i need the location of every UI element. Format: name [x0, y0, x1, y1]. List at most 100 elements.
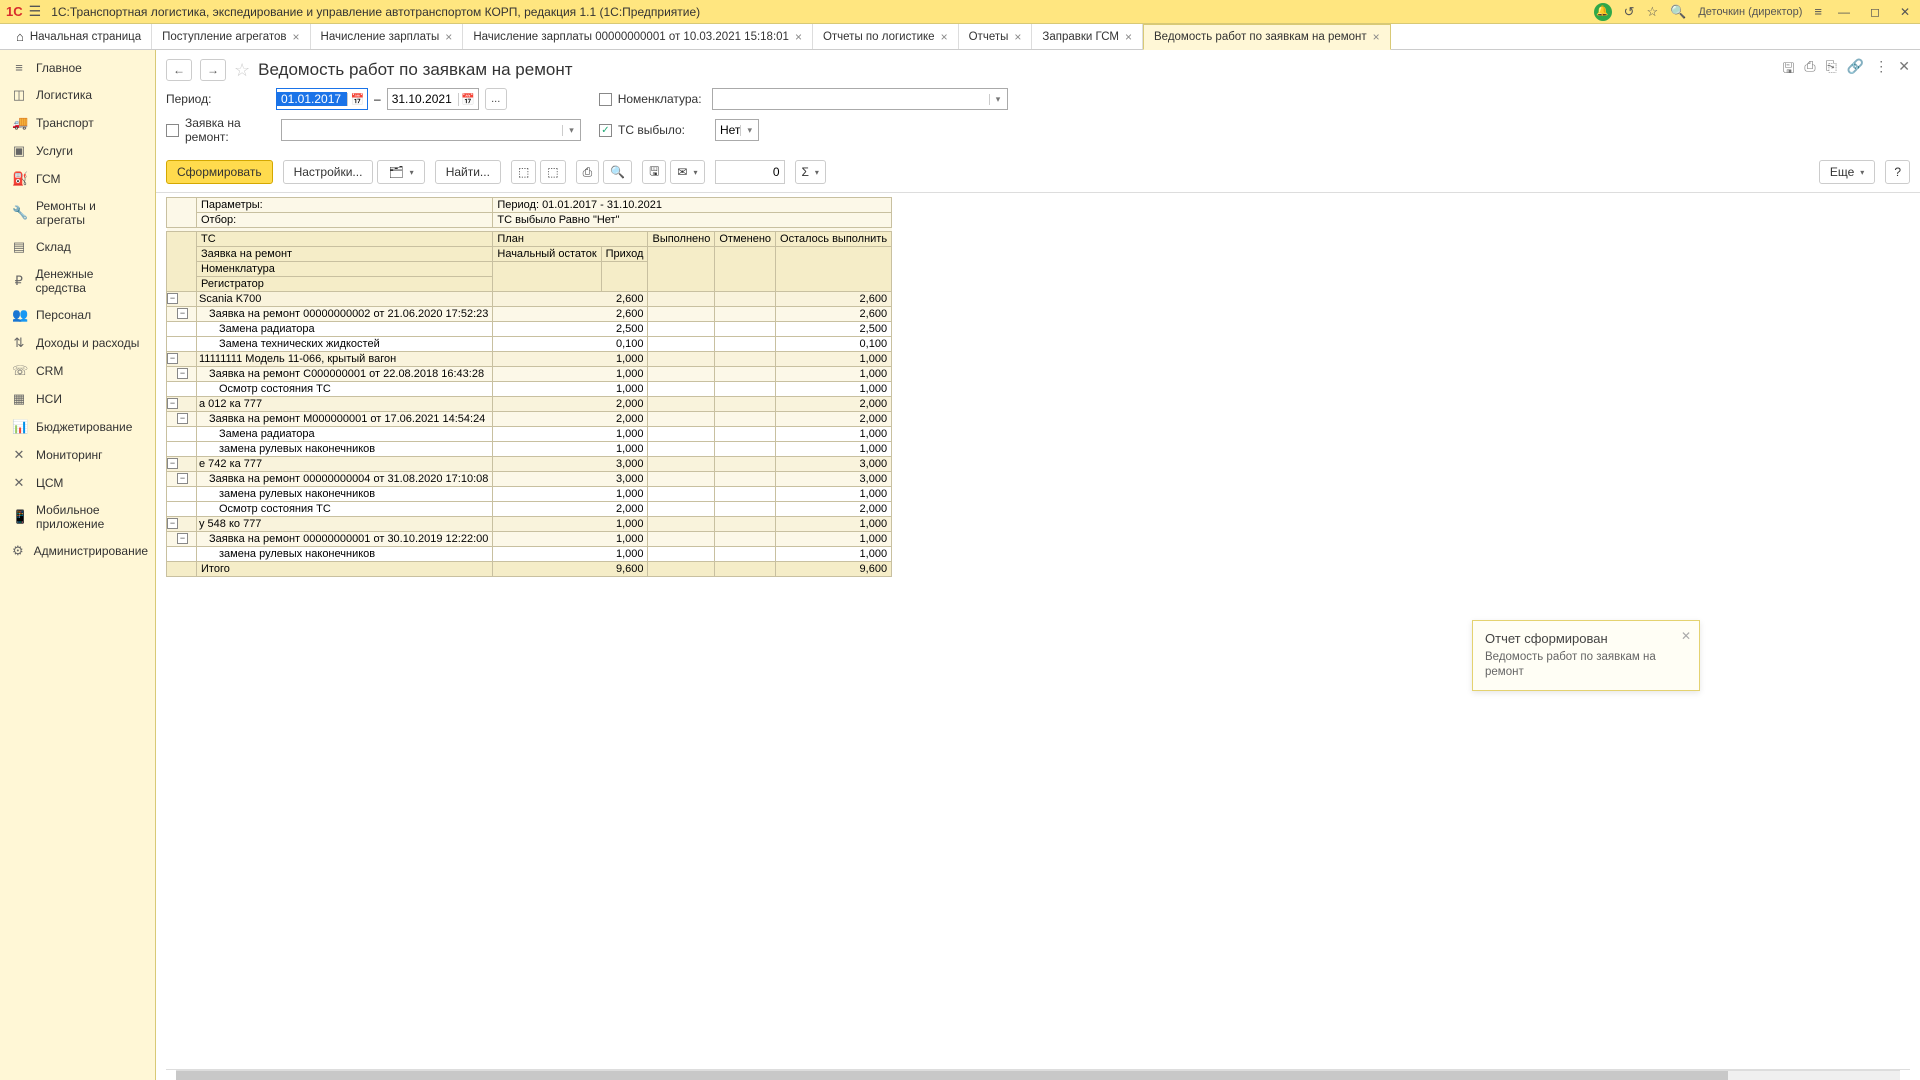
tab-close-icon[interactable]: × — [1125, 30, 1132, 44]
sidebar-item[interactable]: ◫Логистика — [0, 81, 155, 109]
period-to-input[interactable]: 📅 — [387, 88, 479, 110]
period-from-input[interactable]: 📅 — [276, 88, 368, 110]
minimize-icon[interactable]: — — [1834, 5, 1854, 19]
sidebar-item[interactable]: ✕Мониторинг — [0, 441, 155, 469]
close-window-icon[interactable]: ✕ — [1896, 5, 1914, 19]
tab-item[interactable]: Отчеты по логистике× — [813, 24, 959, 49]
tab-close-icon[interactable]: × — [1014, 30, 1021, 44]
calendar-to-icon[interactable]: 📅 — [458, 93, 478, 106]
tree-toggle-icon[interactable]: − — [167, 518, 178, 529]
horizontal-scrollbar[interactable] — [176, 1070, 1900, 1080]
sidebar-item[interactable]: ⛽ГСМ — [0, 165, 155, 193]
tab-item[interactable]: Начисление зарплаты 00000000001 от 10.03… — [463, 24, 813, 49]
report-row-label[interactable]: Заявка на ремонт C000000001 от 22.08.201… — [197, 367, 493, 382]
tab-item[interactable]: Поступление агрегатов× — [152, 24, 310, 49]
report-row-label[interactable]: Заявка на ремонт 00000000002 от 21.06.20… — [197, 307, 493, 322]
report-row-label[interactable]: Замена радиатора — [197, 322, 493, 337]
print-button[interactable]: ⎙ — [576, 160, 600, 184]
report-row-label[interactable]: Заявка на ремонт 00000000001 от 30.10.20… — [197, 532, 493, 547]
tab-close-icon[interactable]: × — [445, 30, 452, 44]
more-button[interactable]: Еще▾ — [1819, 160, 1875, 184]
tree-toggle-icon[interactable]: − — [167, 458, 178, 469]
sidebar-item[interactable]: ▦НСИ — [0, 385, 155, 413]
report-row-label[interactable]: Осмотр состояния ТС — [197, 382, 493, 397]
run-button[interactable]: Сформировать — [166, 160, 273, 184]
sum-button[interactable]: Σ▾ — [795, 160, 826, 184]
export-icon[interactable]: ⎘ — [1826, 58, 1837, 82]
favorite-icon[interactable]: ☆ — [1647, 4, 1659, 20]
report-row-label[interactable]: у 548 ко 777 — [197, 517, 493, 532]
expand-button[interactable]: ⬚ — [511, 160, 536, 184]
save-file-button[interactable]: 🖫 — [642, 160, 666, 184]
search-icon[interactable]: 🔍 — [1670, 4, 1686, 20]
tab-home[interactable]: Начальная страница — [6, 24, 152, 49]
nomenclature-dropdown[interactable]: ▾ — [712, 88, 1008, 110]
report-row-label[interactable]: Замена радиатора — [197, 427, 493, 442]
user-label[interactable]: Деточкин (директор) — [1698, 6, 1802, 18]
sidebar-item[interactable]: 📱Мобильное приложение — [0, 497, 155, 537]
tab-item[interactable]: Отчеты× — [959, 24, 1033, 49]
tab-close-icon[interactable]: × — [795, 30, 802, 44]
report-row-label[interactable]: Замена технических жидкостей — [197, 337, 493, 352]
maximize-icon[interactable]: ◻ — [1866, 5, 1884, 19]
tree-toggle-icon[interactable]: − — [177, 413, 188, 424]
ts-vybylo-dropdown[interactable]: Нет▾ — [715, 119, 759, 141]
sidebar-item[interactable]: 📊Бюджетирование — [0, 413, 155, 441]
save-icon[interactable]: 🖫 — [1782, 58, 1794, 82]
report-row-label[interactable]: замена рулевых наконечников — [197, 547, 493, 562]
report-row-label[interactable]: е 742 ка 777 — [197, 457, 493, 472]
period-to-field[interactable] — [388, 92, 458, 106]
sidebar-item[interactable]: ☏CRM — [0, 357, 155, 385]
sidebar-item[interactable]: ▣Услуги — [0, 137, 155, 165]
tab-item[interactable]: Начисление зарплаты× — [311, 24, 464, 49]
sidebar-item[interactable]: ⇅Доходы и расходы — [0, 329, 155, 357]
nav-forward-button[interactable]: → — [200, 59, 226, 81]
sidebar-item[interactable]: ✕ЦСМ — [0, 469, 155, 497]
report-row-label[interactable]: Осмотр состояния ТС — [197, 502, 493, 517]
sidebar-item[interactable]: 🔧Ремонты и агрегаты — [0, 193, 155, 233]
tree-toggle-icon[interactable]: − — [167, 293, 178, 304]
tree-toggle-icon[interactable]: − — [177, 533, 188, 544]
tree-toggle-icon[interactable]: − — [167, 353, 178, 364]
collapse-button[interactable]: ⬚ — [540, 160, 565, 184]
sidebar-item[interactable]: 🚚Транспорт — [0, 109, 155, 137]
report-row-label[interactable]: замена рулевых наконечников — [197, 442, 493, 457]
more-vert-icon[interactable]: ⋮ — [1874, 58, 1888, 82]
tree-toggle-icon[interactable]: − — [167, 398, 178, 409]
report-row-label[interactable]: замена рулевых наконечников — [197, 487, 493, 502]
history-icon[interactable]: ↺ — [1624, 4, 1635, 20]
sidebar-item[interactable]: ⚙Администрирование — [0, 537, 155, 565]
report-row-label[interactable]: Заявка на ремонт M000000001 от 17.06.202… — [197, 412, 493, 427]
calendar-from-icon[interactable]: 📅 — [347, 93, 367, 106]
sidebar-item[interactable]: ₽Денежные средства — [0, 261, 155, 301]
report-row-label[interactable]: Заявка на ремонт 00000000004 от 31.08.20… — [197, 472, 493, 487]
nomenclature-checkbox[interactable] — [599, 93, 612, 106]
report-table[interactable]: Параметры:Период: 01.01.2017 - 31.10.202… — [166, 197, 892, 577]
sidebar-item[interactable]: ≡Главное — [0, 54, 155, 81]
sum-field[interactable] — [715, 160, 785, 184]
link-icon[interactable]: 🔗 — [1847, 58, 1864, 82]
tree-toggle-icon[interactable]: − — [177, 308, 188, 319]
zayavka-dropdown[interactable]: ▾ — [281, 119, 581, 141]
tab-item[interactable]: Ведомость работ по заявкам на ремонт× — [1143, 24, 1391, 50]
zayavka-checkbox[interactable] — [166, 124, 179, 137]
sidebar-item[interactable]: ▤Склад — [0, 233, 155, 261]
report-row-label[interactable]: 11111111 Модель 11-066, крытый вагон — [197, 352, 493, 367]
nav-back-button[interactable]: ← — [166, 59, 192, 81]
send-mail-button[interactable]: ✉▾ — [670, 160, 704, 184]
close-page-icon[interactable]: ✕ — [1898, 58, 1910, 82]
tree-toggle-icon[interactable]: − — [177, 368, 188, 379]
tab-close-icon[interactable]: × — [293, 30, 300, 44]
report-row-label[interactable]: Scania K700 — [197, 292, 493, 307]
tab-close-icon[interactable]: × — [941, 30, 948, 44]
toast-close-icon[interactable]: ✕ — [1681, 629, 1691, 643]
settings-icon[interactable]: ≡ — [1814, 4, 1822, 19]
period-from-field[interactable] — [277, 92, 347, 106]
preview-button[interactable]: 🔍 — [603, 160, 632, 184]
favorite-star-icon[interactable]: ☆ — [234, 60, 250, 81]
tree-toggle-icon[interactable]: − — [177, 473, 188, 484]
variants-button[interactable]: 🗂▾ — [377, 160, 424, 184]
report-row-label[interactable]: а 012 ка 777 — [197, 397, 493, 412]
bell-icon[interactable]: 🔔 — [1594, 3, 1612, 21]
print-icon[interactable]: ⎙ — [1804, 58, 1815, 82]
